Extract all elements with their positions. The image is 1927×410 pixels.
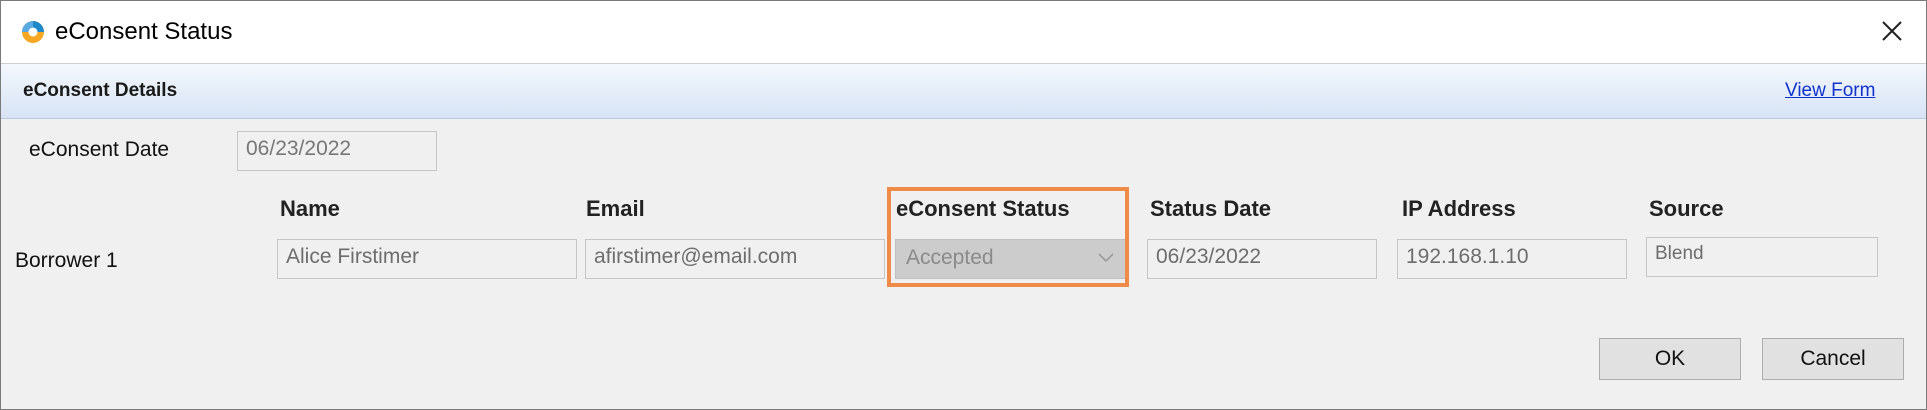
section-header: eConsent Details View Form	[1, 64, 1926, 119]
column-header-econsent-status: eConsent Status	[896, 196, 1070, 221]
chevron-down-icon	[1098, 253, 1114, 263]
title-bar: eConsent Status	[1, 1, 1926, 64]
column-header-source: Source	[1649, 196, 1724, 221]
source-field: Blend	[1646, 237, 1878, 277]
borrower-email-field: afirstimer@email.com	[585, 239, 885, 279]
ip-address-field: 192.168.1.10	[1397, 239, 1627, 279]
ok-button[interactable]: OK	[1599, 338, 1741, 380]
close-icon[interactable]	[1876, 15, 1908, 47]
section-title: eConsent Details	[23, 80, 178, 101]
status-date-field: 06/23/2022	[1147, 239, 1377, 279]
view-form-link[interactable]: View Form	[1785, 80, 1875, 102]
window-title: eConsent Status	[55, 18, 233, 45]
app-logo-icon	[22, 21, 44, 43]
column-header-email: Email	[586, 196, 645, 221]
cancel-button[interactable]: Cancel	[1762, 338, 1904, 380]
econsent-date-field: 06/23/2022	[237, 131, 437, 171]
column-header-status-date: Status Date	[1150, 196, 1272, 221]
borrower-name-field: Alice Firstimer	[277, 239, 577, 279]
econsent-status-dialog: eConsent Status eConsent Details View Fo…	[0, 0, 1927, 410]
borrower-label: Borrower 1	[15, 249, 118, 272]
column-header-ip-address: IP Address	[1402, 196, 1516, 221]
econsent-status-dropdown[interactable]: Accepted	[895, 239, 1127, 279]
econsent-status-value: Accepted	[906, 246, 994, 269]
column-header-name: Name	[280, 196, 340, 221]
econsent-date-label: eConsent Date	[29, 138, 170, 161]
